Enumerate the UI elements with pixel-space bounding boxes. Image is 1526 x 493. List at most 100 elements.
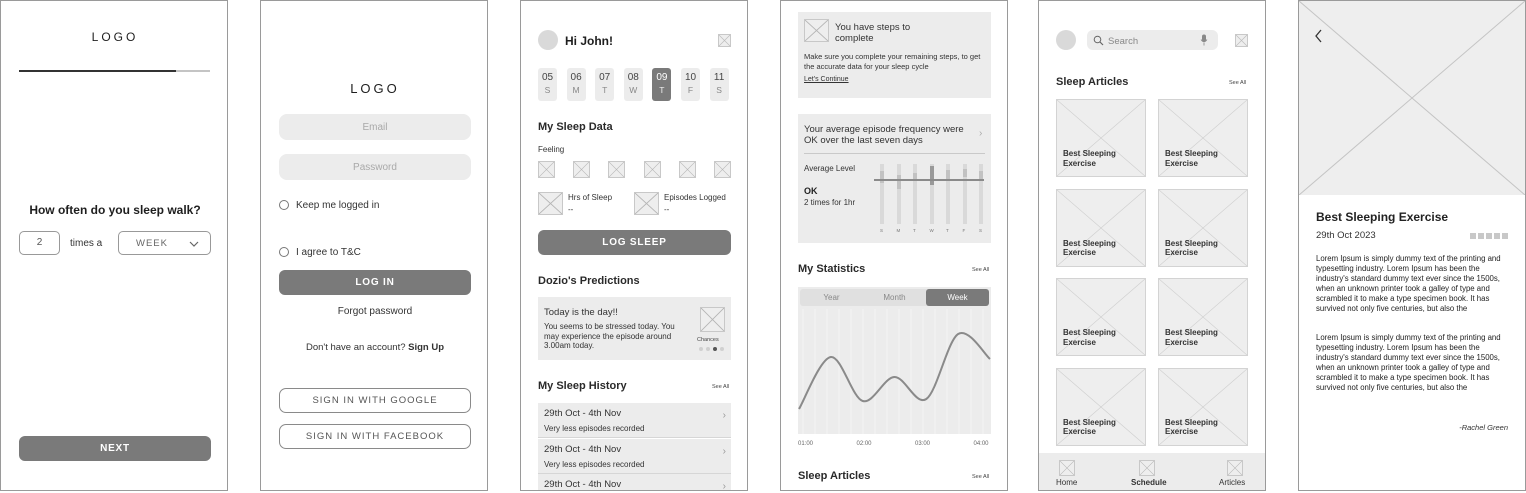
statistics-line-chart <box>798 309 991 434</box>
article-card[interactable]: Best Sleeping Exercise <box>1056 99 1146 177</box>
frequency-text: Your average episode frequency were OK o… <box>804 124 964 146</box>
article-card[interactable]: Best Sleeping Exercise <box>1158 367 1248 446</box>
history-range: 29th Oct - 4th Nov <box>544 408 622 419</box>
sleep-data-title: My Sleep Data <box>538 121 613 133</box>
chances-label: Chances <box>697 337 719 343</box>
onboarding-screen: LOGO How often do you sleep walk? 2 time… <box>0 0 228 491</box>
articles-see-all-link[interactable]: See All <box>972 474 989 480</box>
x-tick-label: 04:00 <box>973 441 989 447</box>
date-weekday: T <box>602 85 608 95</box>
date-chip[interactable]: 06 M <box>566 68 586 101</box>
history-range: 29th Oct - 4th Nov <box>544 443 622 455</box>
nav-home[interactable]: Home <box>1056 459 1096 489</box>
series-line <box>798 332 991 410</box>
signup-link[interactable]: Sign Up <box>408 342 444 353</box>
chevron-right-icon[interactable]: › <box>979 128 982 139</box>
log-sleep-button[interactable]: LOG SLEEP <box>538 230 731 255</box>
date-chip[interactable]: 09 T <box>652 68 672 101</box>
feeling-option[interactable] <box>538 161 555 178</box>
nav-schedule[interactable]: Schedule <box>1131 459 1171 489</box>
level-marker <box>929 165 934 185</box>
login-button[interactable]: LOG IN <box>279 270 471 295</box>
history-item[interactable]: 29th Oct - 4th Nov Very less episodes rec… <box>538 438 731 474</box>
level-marker <box>946 170 950 179</box>
article-card[interactable]: Best Sleeping Exercise <box>1158 188 1248 267</box>
article-detail-screen: Best Sleeping Exercise 29th Oct 2023 Lor… <box>1298 0 1526 491</box>
history-item[interactable]: 29th Oct - 4th Nov › <box>538 474 731 490</box>
date-weekday: F <box>687 85 694 95</box>
microphone-icon[interactable] <box>1200 34 1208 46</box>
article-card[interactable]: Best Sleeping Exercise <box>1056 367 1146 446</box>
x-tick-label: 02:00 <box>856 441 872 447</box>
steps-card[interactable]: You have steps to complete Make sure you… <box>798 12 991 98</box>
prediction-card[interactable]: Today is the day!! You seems to be stres… <box>538 297 731 360</box>
feeling-option[interactable] <box>678 161 696 178</box>
password-field[interactable]: Password <box>279 154 471 180</box>
mini-day-label: S <box>880 228 884 233</box>
tab-month[interactable]: Month <box>863 289 926 306</box>
article-card[interactable]: Best Sleeping Exercise <box>1056 188 1146 267</box>
google-signin-button[interactable]: SIGN IN WITH GOOGLE <box>279 388 471 413</box>
statistics-screen: You have steps to complete Make sure you… <box>780 0 1008 491</box>
date-chip[interactable]: 08 W <box>623 68 643 101</box>
feeling-option[interactable] <box>643 161 661 178</box>
period-select[interactable]: WEEK <box>118 231 211 255</box>
frequency-card: Your average episode frequency were OK o… <box>798 114 991 243</box>
facebook-signin-button[interactable]: SIGN IN WITH FACEBOOK <box>279 424 471 449</box>
keep-logged-radio[interactable] <box>279 200 289 210</box>
no-account-text: Don't have an account? <box>305 342 406 353</box>
nav-label: Home <box>1056 478 1078 487</box>
email-field[interactable]: Email <box>279 114 471 140</box>
avatar[interactable] <box>538 30 558 50</box>
date-chip[interactable]: 10 F <box>681 68 700 101</box>
carousel-dots[interactable] <box>699 347 729 352</box>
keep-logged-label: Keep me logged in <box>296 200 380 211</box>
notification-icon[interactable] <box>718 34 731 47</box>
count-input[interactable]: 2 <box>19 231 60 255</box>
lets-continue-link[interactable]: Let's Continue <box>804 76 849 83</box>
article-date: 29th Oct 2023 <box>1316 230 1376 241</box>
date-chip[interactable]: 11 S <box>709 68 729 101</box>
tab-year[interactable]: Year <box>800 289 863 306</box>
search-bar[interactable]: Search <box>1087 30 1218 50</box>
notification-icon[interactable] <box>1235 34 1248 47</box>
date-weekday: S <box>716 85 722 95</box>
steps-icon <box>804 19 829 42</box>
average-line <box>874 179 984 181</box>
tab-week[interactable]: Week <box>926 289 989 306</box>
range-tabs: Year Month Week <box>800 289 989 306</box>
avg-level-label: Average Level <box>804 164 855 173</box>
date-chip[interactable]: 05 S <box>538 68 557 101</box>
history-item[interactable]: 29th Oct - 4th Nov Very less episodes rec… <box>538 403 731 438</box>
progress-fill <box>19 70 176 72</box>
next-button[interactable]: NEXT <box>19 436 211 461</box>
articles-see-all-link[interactable]: See All <box>1229 80 1246 86</box>
feeling-label: Feeling <box>538 145 565 154</box>
article-card[interactable]: Best Sleeping Exercise <box>1056 278 1146 356</box>
feeling-option[interactable] <box>608 161 626 178</box>
hrs-sleep-label: Hrs of Sleep <box>568 193 613 202</box>
progress-track <box>19 70 210 72</box>
feeling-option[interactable] <box>573 161 591 178</box>
greeting: Hi John! <box>565 34 613 48</box>
nav-articles[interactable]: Articles <box>1219 459 1259 489</box>
forgot-password-link[interactable]: Forgot password <box>261 306 487 317</box>
article-card[interactable]: Best Sleeping Exercise <box>1158 99 1248 177</box>
articles-screen: Search Sleep Articles See All Best Sleep… <box>1038 0 1266 491</box>
agree-tc-radio[interactable] <box>279 247 289 257</box>
stats-see-all-link[interactable]: See All <box>972 267 989 273</box>
article-card[interactable]: Best Sleeping Exercise <box>1158 278 1248 356</box>
search-placeholder: Search <box>1108 36 1139 47</box>
nav-icon <box>1227 460 1243 476</box>
mini-day-label: F <box>962 228 966 233</box>
hero-image <box>1299 1 1525 195</box>
hrs-sleep-icon <box>538 192 563 215</box>
back-arrow-icon[interactable] <box>1314 29 1324 43</box>
date-weekday: S <box>544 85 551 95</box>
date-chip[interactable]: 07 T <box>595 68 615 101</box>
search-icon <box>1093 35 1104 46</box>
article-card-title: Best Sleeping Exercise <box>1165 238 1218 258</box>
history-see-all-link[interactable]: See All <box>712 384 729 390</box>
feeling-option[interactable] <box>714 161 731 178</box>
avatar[interactable] <box>1056 30 1076 50</box>
